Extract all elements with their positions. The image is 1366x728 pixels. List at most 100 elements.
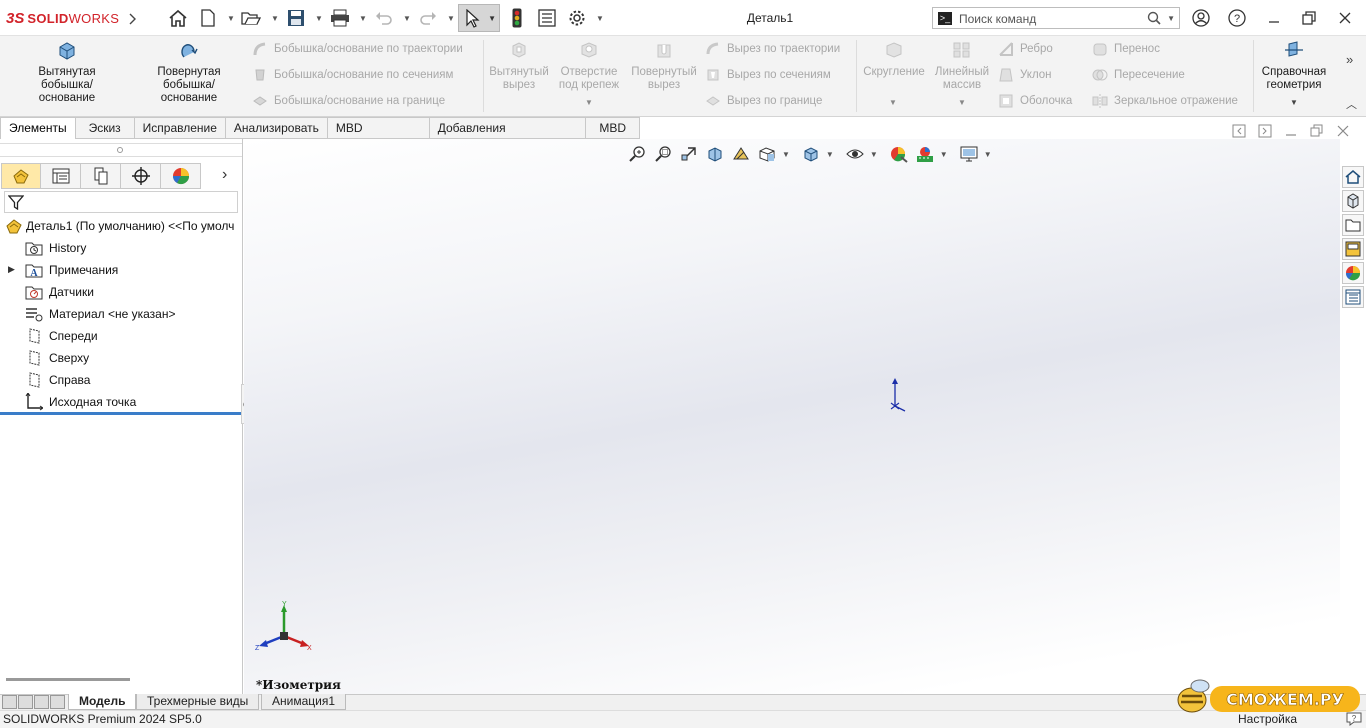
print-icon[interactable] bbox=[330, 8, 350, 28]
reference-geometry-button[interactable]: Справочная геометрия bbox=[1256, 40, 1332, 92]
tree-item-top-plane[interactable]: Сверху bbox=[25, 348, 89, 368]
tree-item-history[interactable]: History bbox=[25, 238, 86, 258]
intersect-button[interactable]: Пересечение bbox=[1092, 65, 1185, 85]
tab-propertymanager[interactable] bbox=[41, 163, 81, 189]
save-dropdown-icon[interactable]: ▼ bbox=[315, 14, 323, 23]
tab-configurationmanager[interactable] bbox=[81, 163, 121, 189]
tab-sketch[interactable]: Эскиз bbox=[75, 117, 135, 139]
pattern-dropdown-icon[interactable]: ▼ bbox=[958, 98, 966, 107]
lofted-cut-button[interactable]: Вырез по сечениям bbox=[705, 65, 831, 85]
doc-minimize-icon[interactable] bbox=[1284, 124, 1298, 138]
custom-properties-icon[interactable] bbox=[1342, 286, 1364, 308]
home-icon[interactable] bbox=[168, 8, 188, 28]
undo-icon[interactable] bbox=[374, 8, 394, 28]
tree-item-front-plane[interactable]: Спереди bbox=[25, 326, 98, 346]
tab-displaymanager[interactable] bbox=[161, 163, 201, 189]
hide-show-dropdown-icon[interactable]: ▼ bbox=[870, 150, 878, 159]
fillet-button[interactable]: Скругление bbox=[859, 40, 929, 79]
file-properties-icon[interactable] bbox=[537, 8, 557, 28]
dynamic-annotation-view-icon[interactable] bbox=[730, 144, 752, 164]
tab-dimxpertmanager[interactable] bbox=[121, 163, 161, 189]
extruded-boss-button[interactable]: Вытянутая бобышка/основание bbox=[8, 40, 126, 105]
revolved-cut-button[interactable]: Повернутый вырез bbox=[628, 40, 700, 92]
extruded-cut-button[interactable]: Вытянутый вырез bbox=[486, 40, 552, 92]
view-palette-icon[interactable] bbox=[1342, 238, 1364, 260]
boundary-boss-button[interactable]: Бобышка/основание на границе bbox=[252, 91, 445, 111]
doc-restore-icon[interactable] bbox=[1310, 124, 1324, 138]
rebuild-traffic-light-icon[interactable] bbox=[507, 8, 527, 28]
graphics-area[interactable] bbox=[244, 139, 1340, 695]
print-dropdown-icon[interactable]: ▼ bbox=[359, 14, 367, 23]
draft-button[interactable]: Уклон bbox=[998, 65, 1052, 85]
view-settings-icon[interactable] bbox=[958, 144, 980, 164]
doc-close-icon[interactable] bbox=[1336, 124, 1350, 138]
user-account-icon[interactable] bbox=[1191, 8, 1211, 28]
tab-evaluate[interactable]: Анализировать bbox=[225, 117, 328, 139]
zoom-to-fit-icon[interactable] bbox=[626, 144, 648, 164]
expand-chevron-icon[interactable]: » bbox=[1346, 52, 1353, 67]
next-tab-button[interactable] bbox=[34, 695, 49, 709]
tab-model[interactable]: Модель bbox=[68, 694, 137, 710]
view-settings-dropdown-icon[interactable]: ▼ bbox=[984, 150, 992, 159]
manager-tabs-more-icon[interactable]: › bbox=[222, 166, 227, 184]
tab-mbd-dimensions[interactable]: MBD Dimensions bbox=[327, 117, 430, 156]
hole-wizard-dropdown-icon[interactable]: ▼ bbox=[585, 98, 593, 107]
file-explorer-icon[interactable] bbox=[1342, 214, 1364, 236]
select-dropdown-icon[interactable]: ▼ bbox=[488, 14, 496, 23]
solidworks-logo[interactable]: 3S SOLIDWORKS bbox=[6, 8, 119, 28]
tree-item-right-plane[interactable]: Справа bbox=[25, 370, 90, 390]
restore-icon[interactable] bbox=[1299, 8, 1319, 28]
close-icon[interactable] bbox=[1335, 8, 1355, 28]
solidworks-resources-icon[interactable] bbox=[1342, 166, 1364, 188]
mirror-button[interactable]: Зеркальное отражение bbox=[1092, 91, 1238, 111]
filter-funnel-icon[interactable] bbox=[8, 194, 24, 210]
wrap-button[interactable]: Перенос bbox=[1092, 39, 1160, 59]
search-icon[interactable] bbox=[1147, 11, 1161, 25]
collapse-chevron-icon[interactable]: ︿ bbox=[1346, 96, 1357, 112]
new-dropdown-icon[interactable]: ▼ bbox=[227, 14, 235, 23]
scene-dropdown-icon[interactable]: ▼ bbox=[940, 150, 948, 159]
tile-left-icon[interactable] bbox=[1232, 124, 1246, 138]
hide-show-items-icon[interactable] bbox=[844, 144, 866, 164]
tab-3d-views[interactable]: Трехмерные виды bbox=[136, 694, 260, 710]
menu-expand-arrow-icon[interactable] bbox=[126, 9, 138, 29]
shell-button[interactable]: Оболочка bbox=[998, 91, 1072, 111]
tree-item-annotations[interactable]: A Примечания bbox=[25, 260, 118, 280]
open-icon[interactable] bbox=[241, 8, 261, 28]
zoom-to-area-icon[interactable] bbox=[652, 144, 674, 164]
revolved-boss-button[interactable]: Повернутая бобышка/основание bbox=[130, 40, 248, 105]
last-tab-button[interactable] bbox=[50, 695, 65, 709]
tile-right-icon[interactable] bbox=[1258, 124, 1272, 138]
hole-wizard-button[interactable]: Отверстие под крепеж bbox=[555, 40, 623, 92]
tab-mbd[interactable]: MBD bbox=[586, 117, 640, 139]
first-tab-button[interactable] bbox=[2, 695, 17, 709]
redo-icon[interactable] bbox=[418, 8, 438, 28]
section-view-icon[interactable] bbox=[704, 144, 726, 164]
display-style-icon[interactable] bbox=[800, 144, 822, 164]
display-style-dropdown-icon[interactable]: ▼ bbox=[826, 150, 834, 159]
view-orientation-icon[interactable] bbox=[756, 144, 778, 164]
tab-features[interactable]: Элементы bbox=[0, 117, 76, 139]
options-gear-icon[interactable] bbox=[567, 8, 587, 28]
tree-item-origin[interactable]: Исходная точка bbox=[25, 392, 136, 412]
options-dropdown-icon[interactable]: ▼ bbox=[596, 14, 604, 23]
search-dropdown-icon[interactable]: ▼ bbox=[1167, 14, 1175, 23]
reference-dropdown-icon[interactable]: ▼ bbox=[1290, 98, 1298, 107]
edit-appearance-icon[interactable] bbox=[888, 144, 910, 164]
rollback-bar[interactable] bbox=[0, 412, 241, 415]
lofted-boss-button[interactable]: Бобышка/основание по сечениям bbox=[252, 65, 453, 85]
redo-dropdown-icon[interactable]: ▼ bbox=[447, 14, 455, 23]
tab-featuremanager[interactable] bbox=[1, 163, 41, 189]
design-library-icon[interactable] bbox=[1342, 190, 1364, 212]
tab-animation1[interactable]: Анимация1 bbox=[261, 694, 347, 710]
tab-solidworks-addins[interactable]: Добавления SOLIDWORKS bbox=[429, 117, 587, 156]
select-tool-button[interactable]: ▼ bbox=[458, 4, 500, 32]
tree-item-sensors[interactable]: Датчики bbox=[25, 282, 94, 302]
open-dropdown-icon[interactable]: ▼ bbox=[271, 14, 279, 23]
linear-pattern-button[interactable]: Линейный массив bbox=[931, 40, 993, 92]
minimize-icon[interactable] bbox=[1264, 8, 1284, 28]
swept-cut-button[interactable]: Вырез по траектории bbox=[705, 39, 840, 59]
tree-filter-input[interactable] bbox=[4, 191, 238, 213]
rib-button[interactable]: Ребро bbox=[998, 39, 1053, 59]
new-document-icon[interactable] bbox=[198, 8, 218, 28]
